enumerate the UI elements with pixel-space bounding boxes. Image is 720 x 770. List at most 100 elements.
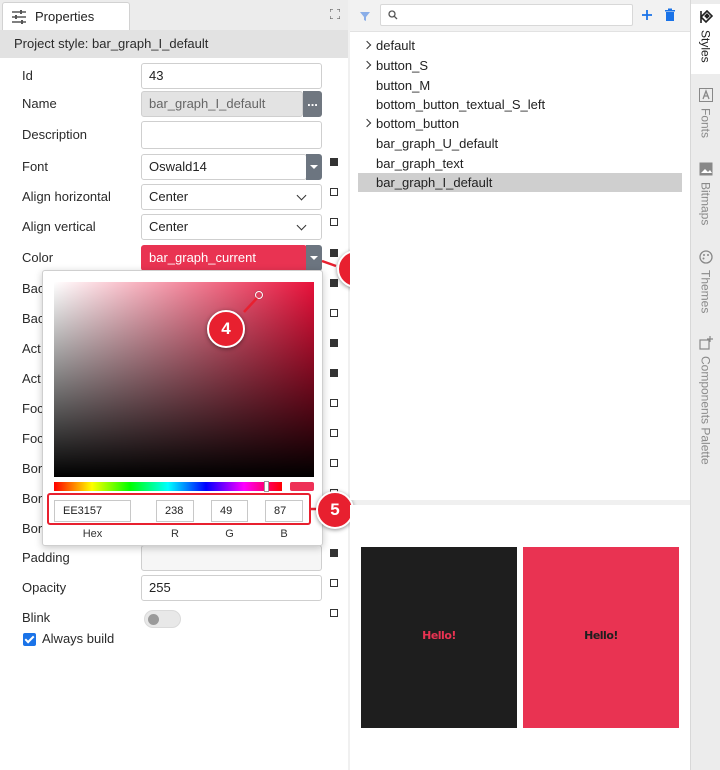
preview-dark-background: Hello! bbox=[361, 547, 517, 728]
maximize-icon[interactable] bbox=[330, 9, 340, 19]
partial-label: Act bbox=[22, 371, 41, 386]
chevron-down-icon bbox=[296, 190, 307, 201]
callout-badge: 5 bbox=[316, 491, 354, 529]
tree-item[interactable]: button_M bbox=[376, 76, 430, 95]
font-label: Font bbox=[22, 159, 49, 174]
hex-label: Hex bbox=[82, 528, 103, 540]
palette-icon bbox=[698, 250, 713, 264]
styles-icon bbox=[699, 10, 713, 24]
align-vertical-override-marker[interactable] bbox=[330, 218, 338, 226]
partial-label: Foc bbox=[22, 401, 44, 416]
tab-styles[interactable]: Styles bbox=[691, 4, 720, 74]
preview-text: Hello! bbox=[584, 629, 618, 642]
color-dropdown-button[interactable] bbox=[306, 245, 322, 271]
tab-fonts[interactable]: Fonts bbox=[691, 84, 720, 146]
tab-styles-label: Styles bbox=[698, 30, 713, 63]
tab-components-palette[interactable]: Components Palette bbox=[691, 334, 720, 484]
partial-label: Act bbox=[22, 341, 41, 356]
tab-properties[interactable]: Properties bbox=[2, 2, 130, 30]
partial-label: Foc bbox=[22, 431, 44, 446]
opacity-override-marker[interactable] bbox=[330, 579, 338, 587]
chevron-down-icon bbox=[296, 220, 307, 231]
align-vertical-value: Center bbox=[149, 219, 189, 234]
partial-label: Bor bbox=[22, 491, 43, 506]
align-horizontal-override-marker[interactable] bbox=[330, 188, 338, 196]
component-add-icon bbox=[698, 336, 713, 350]
name-browse-button[interactable]: ... bbox=[303, 91, 322, 117]
always-build-label: Always build bbox=[42, 631, 115, 646]
red-label: R bbox=[171, 528, 179, 540]
color-select[interactable]: bar_graph_current bbox=[141, 245, 307, 271]
tree-item[interactable]: default bbox=[376, 36, 415, 55]
always-build-checkbox[interactable] bbox=[23, 633, 36, 646]
tab-themes-label: Themes bbox=[698, 270, 713, 314]
override-marker[interactable] bbox=[330, 399, 338, 407]
blue-label: B bbox=[280, 528, 288, 540]
partial-label: Bor bbox=[22, 521, 43, 536]
preview-text: Hello! bbox=[422, 629, 456, 642]
override-marker[interactable] bbox=[330, 369, 338, 377]
search-input[interactable] bbox=[380, 4, 633, 26]
trash-icon[interactable] bbox=[664, 8, 676, 22]
filter-icon[interactable] bbox=[359, 10, 371, 22]
font-icon bbox=[698, 88, 713, 102]
preview-accent-background: Hello! bbox=[523, 547, 679, 728]
align-horizontal-select[interactable]: Center bbox=[141, 184, 322, 210]
align-vertical-label: Align vertical bbox=[22, 219, 96, 234]
sliders-icon bbox=[12, 9, 26, 24]
opacity-field[interactable]: 255 bbox=[141, 575, 322, 601]
font-select[interactable]: Oswald14 bbox=[141, 154, 307, 180]
color-label: Color bbox=[22, 250, 54, 265]
name-field[interactable]: bar_graph_I_default bbox=[141, 91, 303, 117]
partial-label: Bor bbox=[22, 461, 43, 476]
id-field[interactable]: 43 bbox=[141, 63, 322, 89]
styles-tree-panel bbox=[350, 0, 690, 500]
tab-components-palette-label: Components Palette bbox=[698, 356, 713, 465]
align-vertical-select[interactable]: Center bbox=[141, 214, 322, 240]
description-label: Description bbox=[22, 127, 88, 142]
hue-handle[interactable] bbox=[264, 481, 269, 492]
tab-bitmaps-label: Bitmaps bbox=[698, 182, 713, 226]
override-marker[interactable] bbox=[330, 429, 338, 437]
color-handle[interactable] bbox=[255, 291, 263, 299]
color-override-marker[interactable] bbox=[330, 249, 338, 257]
highlight-rectangle bbox=[47, 493, 311, 525]
project-style-title: Project style: bar_graph_I_default bbox=[0, 30, 348, 58]
description-field[interactable] bbox=[141, 121, 322, 149]
override-marker[interactable] bbox=[330, 309, 338, 317]
override-marker[interactable] bbox=[330, 459, 338, 467]
align-horizontal-label: Align horizontal bbox=[22, 189, 111, 204]
saturation-value-area[interactable] bbox=[54, 282, 314, 477]
green-label: G bbox=[225, 528, 234, 540]
tab-bitmaps[interactable]: Bitmaps bbox=[691, 158, 720, 232]
hue-slider[interactable] bbox=[54, 482, 282, 491]
image-icon bbox=[699, 162, 712, 176]
color-preview-swatch bbox=[290, 482, 314, 491]
tree-item[interactable]: bottom_button_textual_S_left bbox=[376, 95, 545, 114]
tree-item[interactable]: bar_graph_U_default bbox=[376, 134, 498, 153]
blink-toggle[interactable] bbox=[144, 610, 181, 628]
padding-field[interactable] bbox=[141, 545, 322, 571]
padding-override-marker[interactable] bbox=[330, 549, 338, 557]
override-marker[interactable] bbox=[330, 339, 338, 347]
add-icon[interactable] bbox=[641, 9, 653, 21]
tab-themes[interactable]: Themes bbox=[691, 248, 720, 322]
align-horizontal-value: Center bbox=[149, 189, 189, 204]
opacity-label: Opacity bbox=[22, 580, 67, 595]
override-marker[interactable] bbox=[330, 279, 338, 287]
padding-label: Padding bbox=[22, 550, 70, 565]
name-label: Name bbox=[22, 96, 57, 111]
id-label: Id bbox=[22, 68, 33, 83]
font-dropdown-button[interactable] bbox=[306, 154, 322, 180]
blink-override-marker[interactable] bbox=[330, 609, 338, 617]
blink-label: Blink bbox=[22, 610, 51, 625]
font-override-marker[interactable] bbox=[330, 158, 338, 166]
tab-fonts-label: Fonts bbox=[698, 108, 713, 139]
callout-badge: 4 bbox=[207, 310, 245, 348]
tree-item[interactable]: bottom_button bbox=[376, 114, 459, 133]
tab-properties-label: Properties bbox=[35, 9, 95, 24]
search-icon bbox=[388, 10, 398, 20]
tree-item-selected[interactable]: bar_graph_I_default bbox=[376, 173, 492, 192]
tree-item[interactable]: button_S bbox=[376, 56, 428, 75]
tree-item[interactable]: bar_graph_text bbox=[376, 154, 463, 173]
